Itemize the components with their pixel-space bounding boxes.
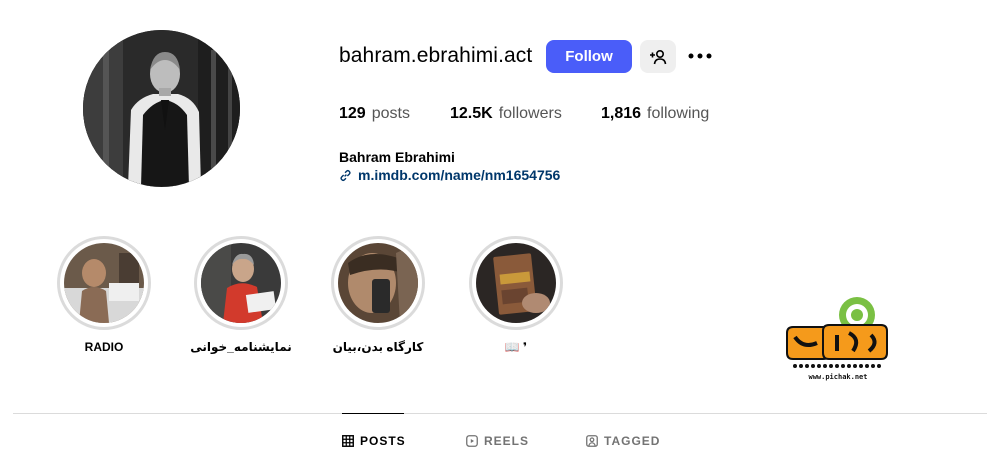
posts-stat: 129 posts (339, 105, 450, 123)
tabs-divider (13, 413, 987, 414)
highlight-ring (331, 236, 425, 330)
person-plus-icon (650, 49, 667, 64)
following-stat[interactable]: 1,816 following (601, 105, 709, 123)
profile-avatar[interactable] (83, 30, 240, 187)
grid-icon (342, 435, 354, 447)
following-label: following (647, 105, 710, 122)
profile-username: bahram.ebrahimi.act (339, 44, 533, 67)
avatar-photo (83, 30, 240, 187)
profile-link-text: m.imdb.com/name/nm1654756 (358, 167, 561, 183)
tab-posts[interactable]: POSTS (342, 434, 406, 448)
more-options-button[interactable] (686, 44, 714, 68)
posts-label: posts (371, 105, 410, 122)
highlight-label: RADIO (84, 340, 124, 354)
followers-count: 12.5K (450, 105, 493, 122)
highlight-label: کارگاه بدن،بیان (332, 340, 424, 354)
highlight-label: 📖 ❜ (504, 340, 528, 354)
highlight-cover-image (476, 243, 556, 323)
followers-label: followers (498, 105, 562, 122)
highlight-cover-image (201, 243, 281, 323)
tab-reels[interactable]: REELS (466, 434, 529, 448)
highlight-play-reading[interactable]: نمایشنامه_خوانی (190, 236, 292, 354)
tab-tagged-label: TAGGED (604, 434, 661, 448)
tagged-icon (586, 435, 598, 447)
link-icon (340, 169, 351, 181)
pichak-watermark-logo: www.pichak.net (783, 293, 893, 383)
suggested-accounts-button[interactable] (640, 40, 676, 73)
highlight-cover-image (64, 243, 144, 323)
more-dots-icon (688, 53, 712, 59)
posts-count: 129 (339, 105, 366, 122)
tab-reels-label: REELS (484, 434, 530, 448)
highlight-workshop[interactable]: کارگاه بدن،بیان (331, 236, 425, 354)
profile-full-name: Bahram Ebrahimi (339, 149, 455, 165)
highlight-radio[interactable]: RADIO (57, 236, 151, 354)
profile-link[interactable]: m.imdb.com/name/nm1654756 (339, 167, 560, 183)
highlight-ring (194, 236, 288, 330)
profile-stats: 129 posts 12.5K followers 1,816 followin… (339, 105, 709, 123)
reels-icon (466, 435, 478, 447)
highlight-book[interactable]: 📖 ❜ (469, 236, 563, 354)
tab-tagged[interactable]: TAGGED (586, 434, 660, 448)
tab-posts-label: POSTS (360, 434, 406, 448)
watermark-text: www.pichak.net (808, 373, 867, 381)
highlight-ring (469, 236, 563, 330)
followers-stat[interactable]: 12.5K followers (450, 105, 601, 123)
active-tab-indicator (342, 413, 404, 414)
highlight-ring (57, 236, 151, 330)
following-count: 1,816 (601, 105, 642, 122)
pichak-logo-icon: www.pichak.net (786, 297, 888, 381)
highlight-label: نمایشنامه_خوانی (190, 340, 292, 354)
highlight-cover-image (338, 243, 418, 323)
follow-button[interactable]: Follow (546, 40, 632, 73)
